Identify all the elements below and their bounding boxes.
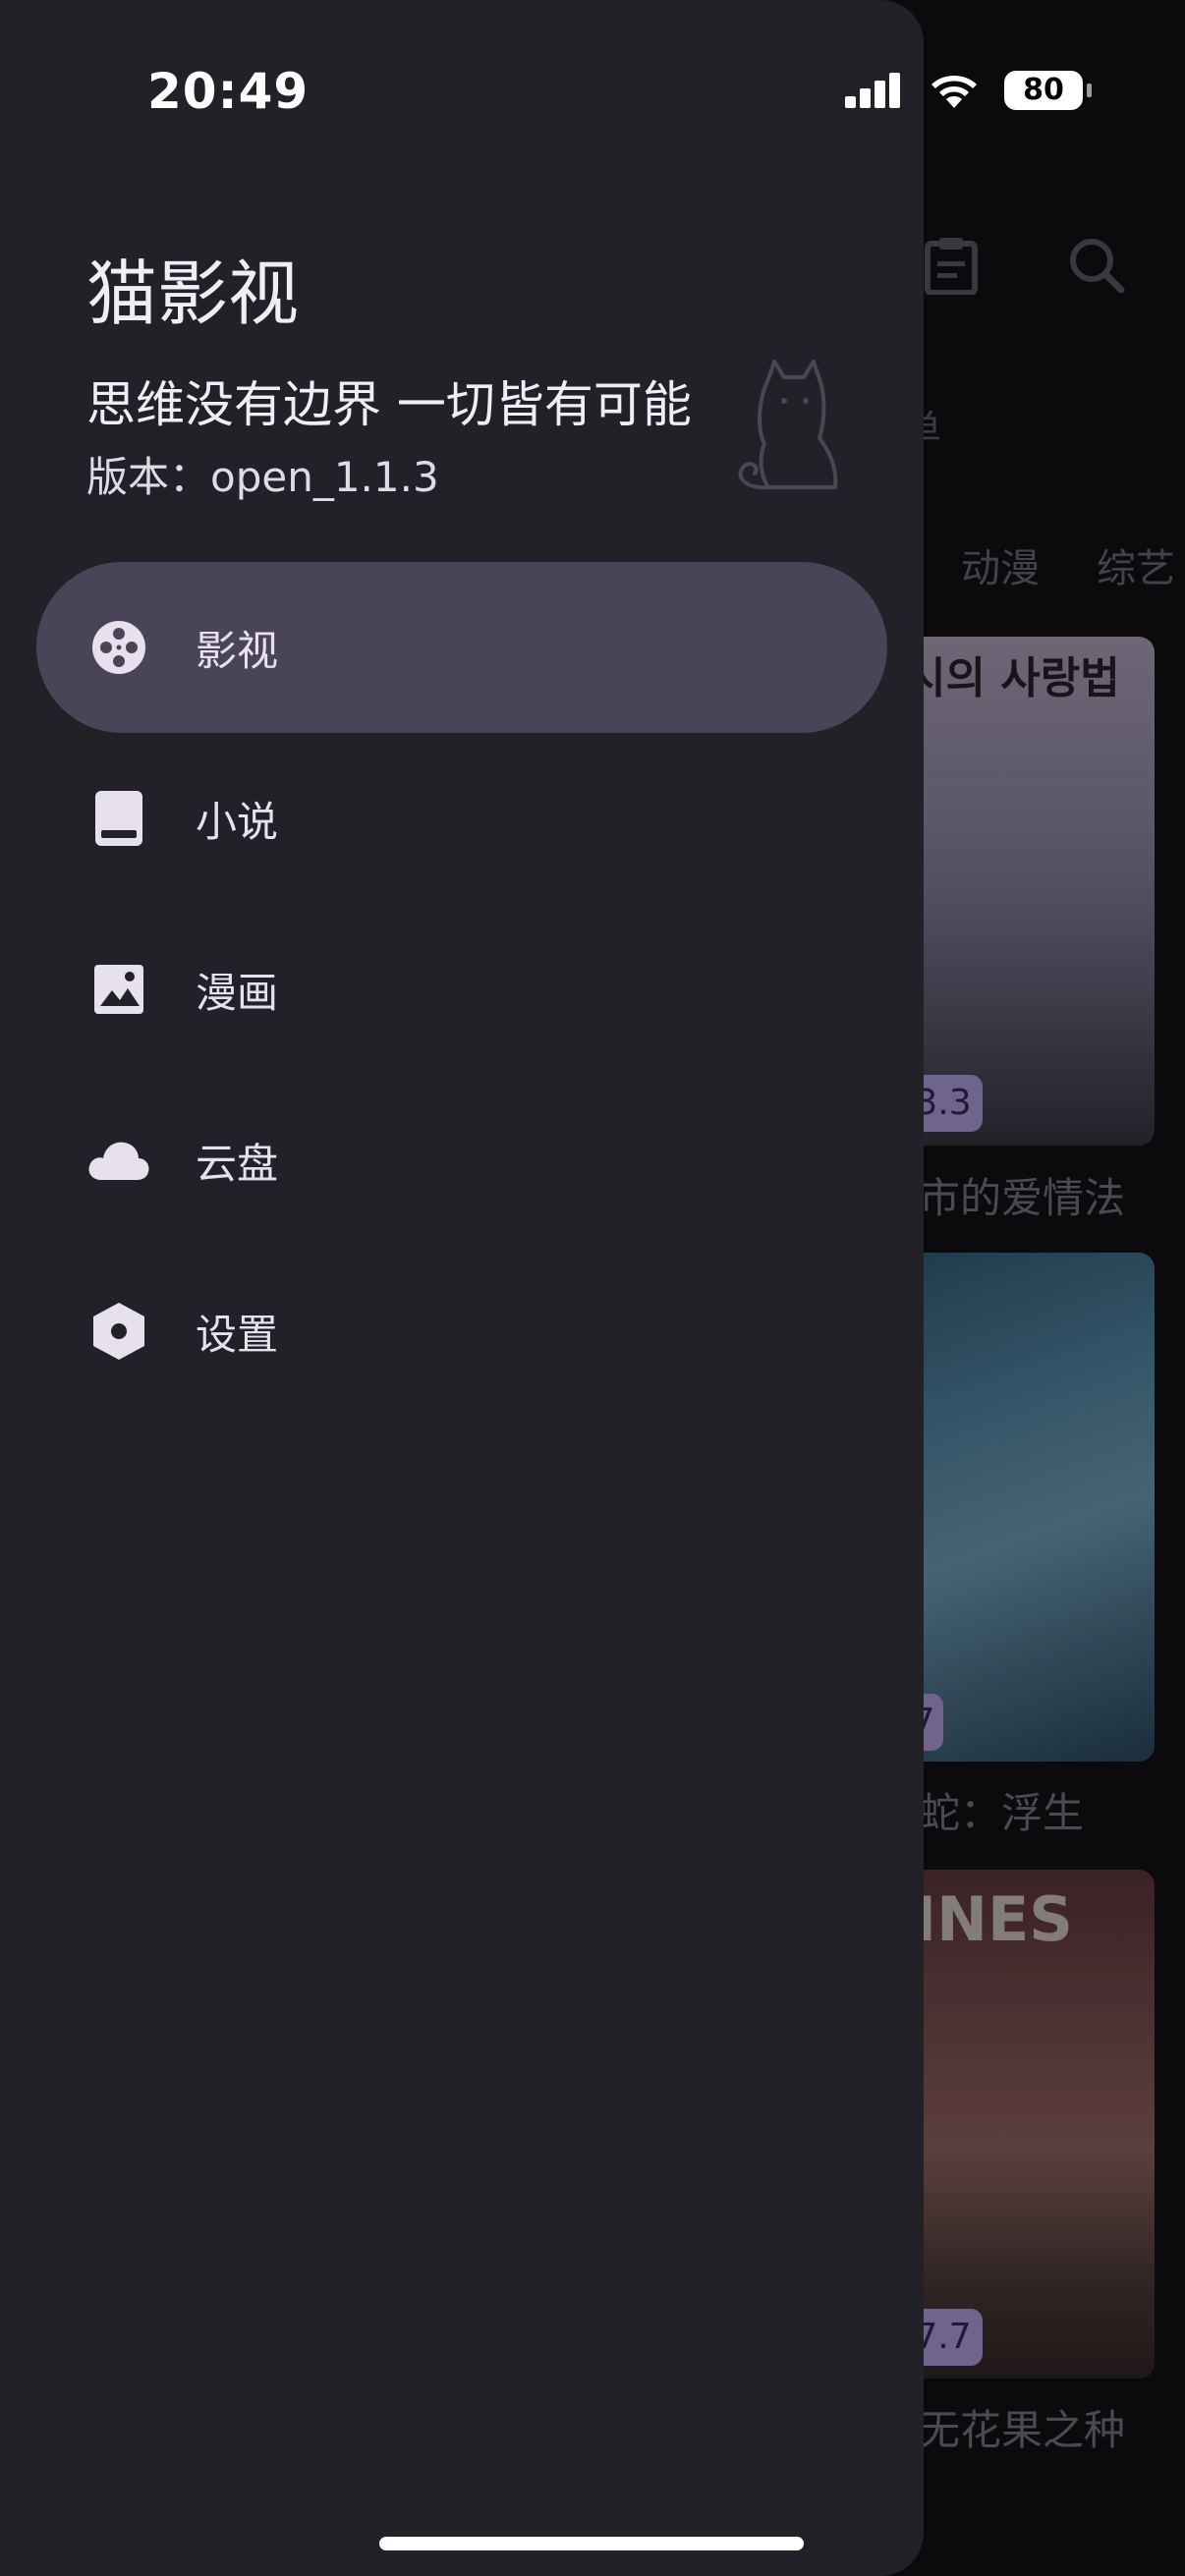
- nav-item-label: 设置: [196, 1310, 279, 1359]
- cat-logo-icon: [738, 360, 838, 490]
- status-icons: 80: [843, 71, 1092, 110]
- nav-item-label: 漫画: [196, 968, 279, 1017]
- settings-hexagon-icon: [87, 1300, 150, 1363]
- nav-item-movies[interactable]: 影视: [36, 562, 887, 733]
- signal-icon: [845, 73, 900, 108]
- status-time: 20:49: [147, 63, 310, 120]
- app-version: 版本：open_1.1.3: [86, 453, 439, 501]
- wifi-icon: [931, 76, 977, 108]
- home-indicator[interactable]: [379, 2537, 804, 2550]
- nav-item-settings[interactable]: 设置: [36, 1246, 887, 1417]
- battery-indicator: 80: [1004, 71, 1092, 110]
- nav-item-label: 云盘: [196, 1139, 279, 1188]
- book-icon: [87, 787, 150, 850]
- nav-item-comics[interactable]: 漫画: [36, 904, 887, 1075]
- cloud-icon: [87, 1129, 150, 1192]
- app-name: 猫影视: [86, 252, 300, 335]
- image-icon: [87, 958, 150, 1021]
- app-slogan: 思维没有边界 一切皆有可能: [86, 376, 692, 433]
- drawer-menu: 影视 小说 漫画 云盘 设置: [36, 562, 887, 1417]
- movie-reel-icon: [87, 616, 150, 679]
- navigation-drawer: 猫影视 思维没有边界 一切皆有可能 版本：open_1.1.3 影视 小说 漫画…: [0, 0, 924, 2576]
- nav-item-label: 小说: [196, 797, 279, 846]
- nav-item-cloud[interactable]: 云盘: [36, 1075, 887, 1246]
- nav-item-label: 影视: [196, 626, 279, 675]
- nav-item-novels[interactable]: 小说: [36, 733, 887, 904]
